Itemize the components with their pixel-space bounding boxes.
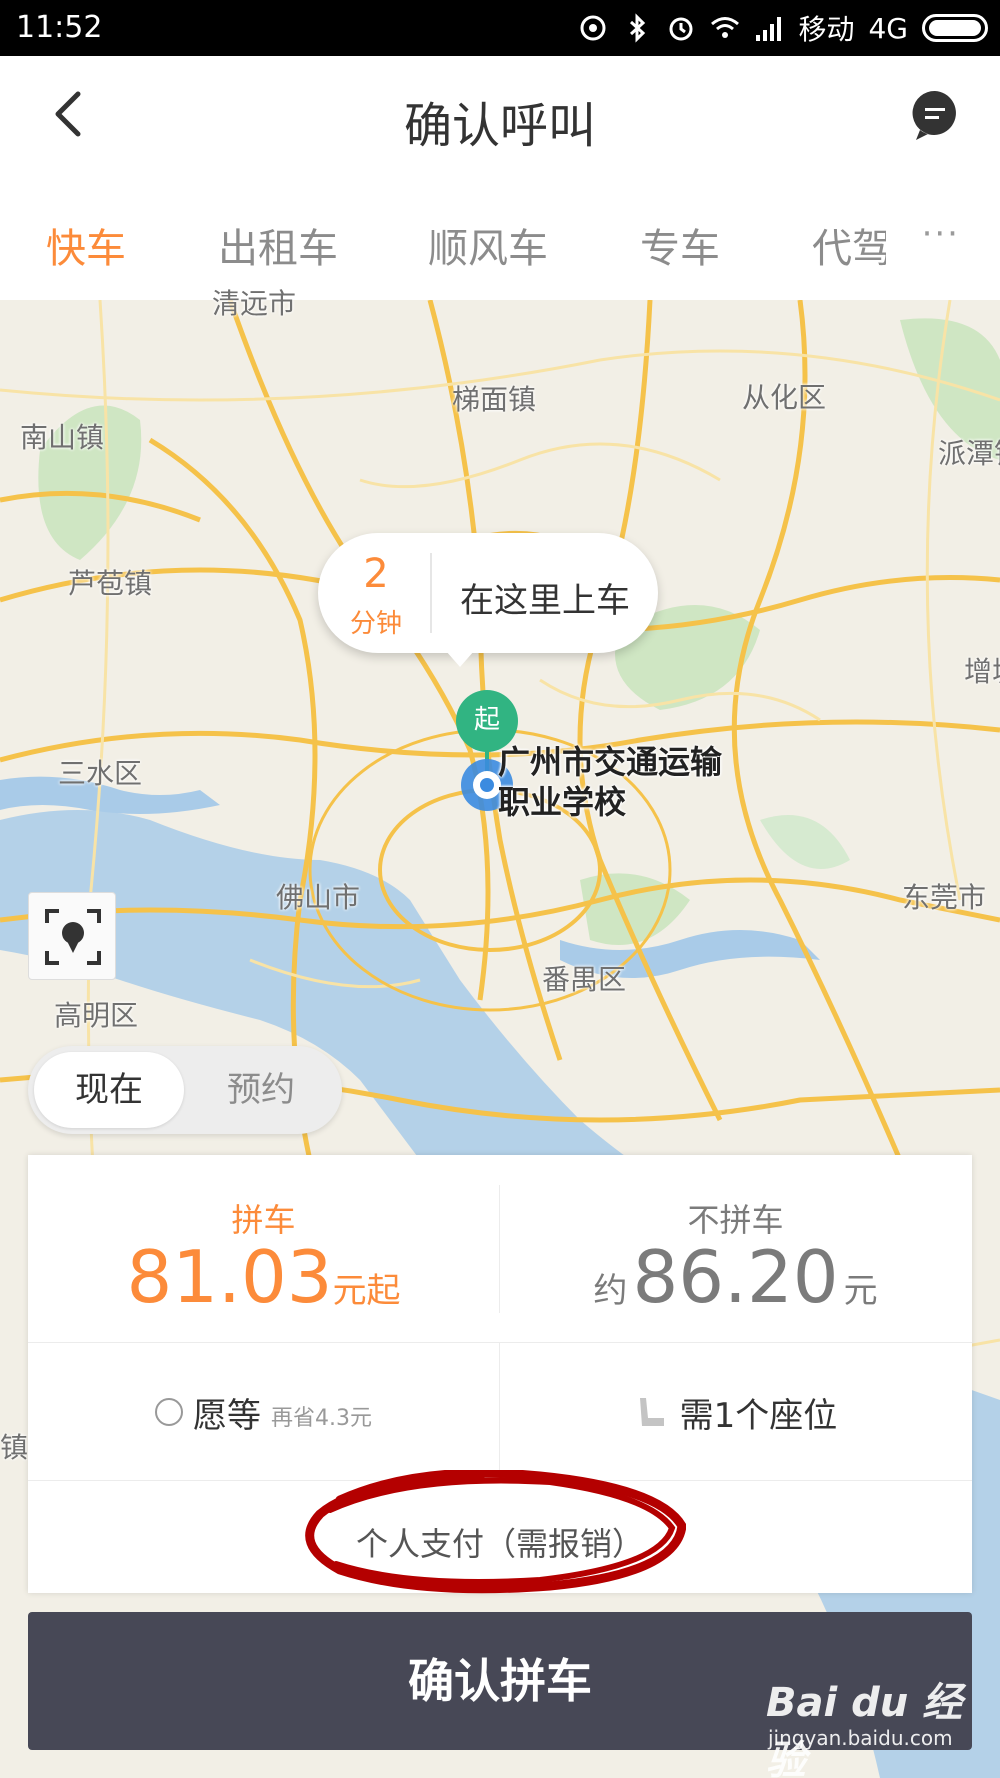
eta-divider xyxy=(430,553,432,633)
wait-option[interactable]: 愿等 再省4.3元 xyxy=(28,1343,499,1481)
map-label-gaoming: 高明区 xyxy=(54,999,139,1032)
seat-option[interactable]: 需1个座位 xyxy=(500,1343,971,1481)
pickup-place-name-line1: 广州市交通运输 xyxy=(498,743,723,781)
status-time: 11:52 xyxy=(16,10,103,45)
tab-designated-driver[interactable]: 代驾 xyxy=(812,216,886,274)
time-toggle: 现在 预约 xyxy=(28,1046,342,1134)
map-label-qingyuan: 清远市 xyxy=(212,287,297,320)
battery-icon xyxy=(922,14,988,42)
map-label-panyu: 番禺区 xyxy=(542,963,627,996)
fare-card: 拼车 81.03元起 不拼车 约 86.20 元 愿等 再省4.3元 需1个座位 xyxy=(28,1155,972,1593)
solo-option[interactable]: 不拼车 约 86.20 元 xyxy=(500,1155,971,1343)
toggle-reserve[interactable]: 预约 xyxy=(186,1052,336,1128)
page-title: 确认呼叫 xyxy=(403,98,596,154)
header: 确认呼叫 xyxy=(0,56,1000,176)
eta-unit: 分钟 xyxy=(349,609,402,639)
options-row: 愿等 再省4.3元 需1个座位 xyxy=(28,1343,972,1481)
map-label-foshan: 佛山市 xyxy=(276,881,361,914)
eta-minutes: 2 xyxy=(363,551,389,597)
carpool-price-line: 81.03元起 xyxy=(28,1235,499,1319)
solo-price-line: 约 86.20 元 xyxy=(500,1235,971,1319)
map-label-lubao: 芦苞镇 xyxy=(68,567,153,600)
solo-price: 86.20 xyxy=(632,1235,839,1319)
watermark-url: jingyan.baidu.com xyxy=(768,1726,953,1750)
solo-price-unit: 元 xyxy=(843,1271,878,1311)
carpool-price: 81.03 xyxy=(126,1235,333,1319)
tab-express[interactable]: 快车 xyxy=(46,216,126,274)
map-label-zengcheng: 增城 xyxy=(964,655,1000,688)
service-tabs: 快车 出租车 顺风车 专车 代驾 ··· xyxy=(0,176,1000,300)
payment-row[interactable]: 个人支付（需报销） xyxy=(28,1481,972,1593)
toggle-now[interactable]: 现在 xyxy=(34,1052,184,1128)
locate-icon xyxy=(45,909,101,965)
watermark-logo: Bai du 经验 xyxy=(766,1680,963,1778)
alarm-icon xyxy=(669,17,693,41)
tab-hitch[interactable]: 顺风车 xyxy=(428,216,548,274)
bluetooth-icon xyxy=(630,13,646,43)
wait-savings: 再省4.3元 xyxy=(271,1406,372,1431)
pickup-eta-bubble[interactable]: 2 分钟 在这里上车 xyxy=(318,533,658,667)
map-label-town: 镇 xyxy=(0,1431,29,1464)
seat-label: 需1个座位 xyxy=(679,1395,838,1436)
wifi-icon xyxy=(711,17,740,38)
hotspot-icon xyxy=(580,15,606,41)
payment-method: 个人支付（需报销） xyxy=(355,1525,644,1563)
locate-button[interactable] xyxy=(28,892,116,980)
solo-price-prefix: 约 xyxy=(593,1271,628,1311)
pickup-here-text: 在这里上车 xyxy=(460,581,630,621)
seat-icon xyxy=(639,1398,664,1426)
map-label-timian: 梯面镇 xyxy=(452,383,537,416)
status-bar: 11:52 移动 4G xyxy=(0,0,1000,56)
tab-premier[interactable]: 专车 xyxy=(640,216,720,274)
carpool-price-unit: 元起 xyxy=(332,1271,401,1311)
carrier-name: 移动 xyxy=(798,13,855,46)
fare-row: 拼车 81.03元起 不拼车 约 86.20 元 xyxy=(28,1155,972,1343)
status-icons: 移动 4G xyxy=(578,8,988,48)
map-label-dongguan: 东莞市 xyxy=(902,881,987,914)
map-label-paitan: 派潭镇 xyxy=(938,437,1000,470)
map-label-sanshui: 三水区 xyxy=(58,757,143,790)
wait-label: 愿等 xyxy=(193,1395,261,1436)
more-tabs-icon[interactable]: ··· xyxy=(922,214,960,254)
message-icon[interactable] xyxy=(910,88,960,144)
signal-icon xyxy=(756,17,782,41)
tab-taxi[interactable]: 出租车 xyxy=(218,216,338,274)
map-label-conghua: 从化区 xyxy=(742,381,827,414)
network-type: 4G xyxy=(868,11,908,45)
map-label-nanshan: 南山镇 xyxy=(20,421,105,454)
wait-radio[interactable] xyxy=(155,1398,183,1426)
carpool-option[interactable]: 拼车 81.03元起 xyxy=(28,1155,499,1343)
pickup-place-name: 广州市交通运输 职业学校 xyxy=(498,742,722,822)
pickup-place-name-line2: 职业学校 xyxy=(498,783,627,821)
baidu-watermark: Bai du 经验 jingyan.baidu.com xyxy=(766,1670,966,1778)
